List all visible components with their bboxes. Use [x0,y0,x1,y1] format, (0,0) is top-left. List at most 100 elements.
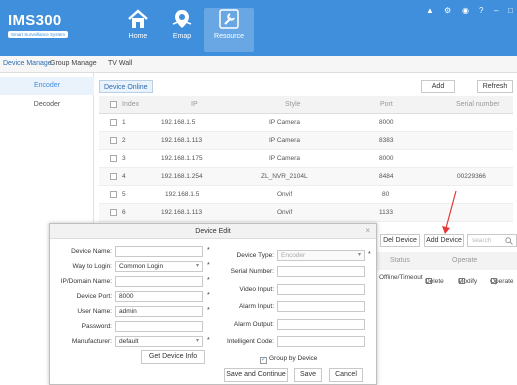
nav-resource-label: Resource [214,33,244,40]
user-name-field[interactable]: admin [115,306,203,317]
del-device-button[interactable]: Del Device [380,234,420,247]
device-edit-dialog: Device Edit × Device Name: * Way to Logi… [49,223,377,385]
app-title: IMS300 [8,12,62,29]
way-to-login-label: Way to Login: [72,263,112,270]
alarm-output-field[interactable] [277,319,365,330]
table-row[interactable]: 2 192.168.1.113 IP Camera 8383 [99,132,513,150]
sidebar-item-decoder[interactable]: Decoder [0,96,94,114]
dialog-title: Device Edit [50,224,376,239]
required-mark: * [207,307,210,314]
ip-domain-label: IP/Domain Name: [60,278,112,285]
required-mark: * [207,292,210,299]
row-index: 5 [122,191,126,198]
row-checkbox[interactable] [110,155,117,162]
device-name-label: Device Name: [71,248,112,255]
save-and-continue-button[interactable]: Save and Continue [224,368,288,382]
shirt-icon[interactable]: ▲ [426,6,434,15]
row-serial: 00229366 [457,173,486,180]
row-ip: 192.168.1.254 [161,173,203,180]
lower-table-header: Status Operate [376,252,517,270]
edit-icon [459,278,465,284]
nav-emap[interactable]: Emap [160,8,204,52]
map-pin-icon [172,10,192,28]
password-field[interactable] [115,321,203,332]
intelligent-code-label: Intelligent Code: [227,338,274,345]
row-checkbox[interactable] [110,191,117,198]
save-button[interactable]: Save [294,368,322,382]
tab-tv-wall[interactable]: TV Wall [108,60,132,67]
row-style: ZL_NVR_2104L [261,173,308,180]
nav-home[interactable]: Home [116,8,160,52]
row-style: Onvif [277,191,293,198]
maximize-icon[interactable]: □ [508,6,513,15]
intelligent-code-field[interactable] [277,336,365,347]
row-checkbox[interactable] [110,137,117,144]
row-checkbox[interactable] [110,119,117,126]
group-by-device-label: Group by Device [269,355,318,362]
trash-icon [426,278,432,284]
nav-resource[interactable]: Resource [204,8,254,52]
select-all-checkbox[interactable] [110,101,117,108]
app-logo: IMS300 Smart Surveillance System [8,12,69,38]
cancel-button[interactable]: Cancel [329,368,363,382]
table-header: Index IP Style Port Serial number [99,96,513,114]
row-ip: 192.168.1.5 [165,191,200,198]
refresh-button[interactable]: Refresh [477,80,513,93]
user-name-label: User Name: [77,308,112,315]
row-checkbox[interactable] [110,173,117,180]
tab-device-manage[interactable]: Device Manage [3,60,52,67]
col-style: Style [285,101,301,108]
help-icon[interactable]: ? [479,6,483,15]
alarm-input-field[interactable] [277,301,365,312]
way-to-login-select[interactable]: Common Login ▾ [115,261,203,272]
manufacturer-select[interactable]: default ▾ [115,336,203,347]
device-port-field[interactable]: 8000 [115,291,203,302]
row-status: Offline/Timeout [379,274,423,281]
table-row[interactable]: 3 192.168.1.175 IP Camera 8000 [99,150,513,168]
sidebar-item-encoder[interactable]: Encoder [0,77,94,95]
tab-device-online[interactable]: Device Online [99,80,153,93]
annotation-arrow [442,190,457,234]
serial-number-field[interactable] [277,266,365,277]
minimize-icon[interactable]: – [494,6,498,15]
row-port: 80 [382,191,390,198]
alarm-input-label: Alarm Input: [238,303,274,310]
lock-icon[interactable]: ◉ [462,6,469,15]
device-port-label: Device Port: [76,293,112,300]
device-type-label: Device Type: [236,252,274,259]
alarm-output-label: Alarm Output: [233,321,274,328]
row-checkbox[interactable] [110,209,117,216]
col-port: Port [380,101,393,108]
table-row[interactable]: 1 192.168.1.5 IP Camera 8000 [99,114,513,132]
add-device-button[interactable]: Add Device [424,234,464,247]
nav-emap-label: Emap [172,33,192,40]
settings-icon[interactable]: ⚙ [444,6,451,15]
search-input[interactable]: search [467,234,517,247]
row-index: 2 [122,137,126,144]
row-port: 8383 [379,137,394,144]
device-type-select[interactable]: Encoder ▾ [277,250,365,261]
video-input-field[interactable] [277,284,365,295]
close-icon[interactable]: × [365,226,370,235]
get-device-info-button[interactable]: Get Device Info [141,350,205,364]
breadcrumb-tabs: Device Manage Group Manage TV Wall [0,56,517,73]
manufacturer-label: Manufacturer: [71,338,112,345]
row-index: 4 [122,173,126,180]
operate-icon [491,278,497,284]
row-port: 8000 [379,155,394,162]
col-status: Status [390,257,410,264]
table-row: Offline/Timeout Delete Modify Operate [376,270,517,286]
row-ip: 192.168.1.113 [161,137,203,144]
ip-domain-field[interactable] [115,276,203,287]
col-index: Index [122,101,140,108]
add-button[interactable]: Add [421,80,455,93]
tab-group-manage[interactable]: Group Manage [50,60,97,67]
chevron-down-icon: ▾ [195,338,199,344]
group-by-device-checkbox[interactable]: ✓ Group by Device [260,355,317,364]
row-port: 1133 [379,209,393,216]
device-name-field[interactable] [115,246,203,257]
row-style: Onvif [277,209,293,216]
table-row[interactable]: 4 192.168.1.254 ZL_NVR_2104L 8484 002293… [99,168,513,186]
row-index: 6 [122,209,126,216]
row-style: IP Camera [269,155,300,162]
